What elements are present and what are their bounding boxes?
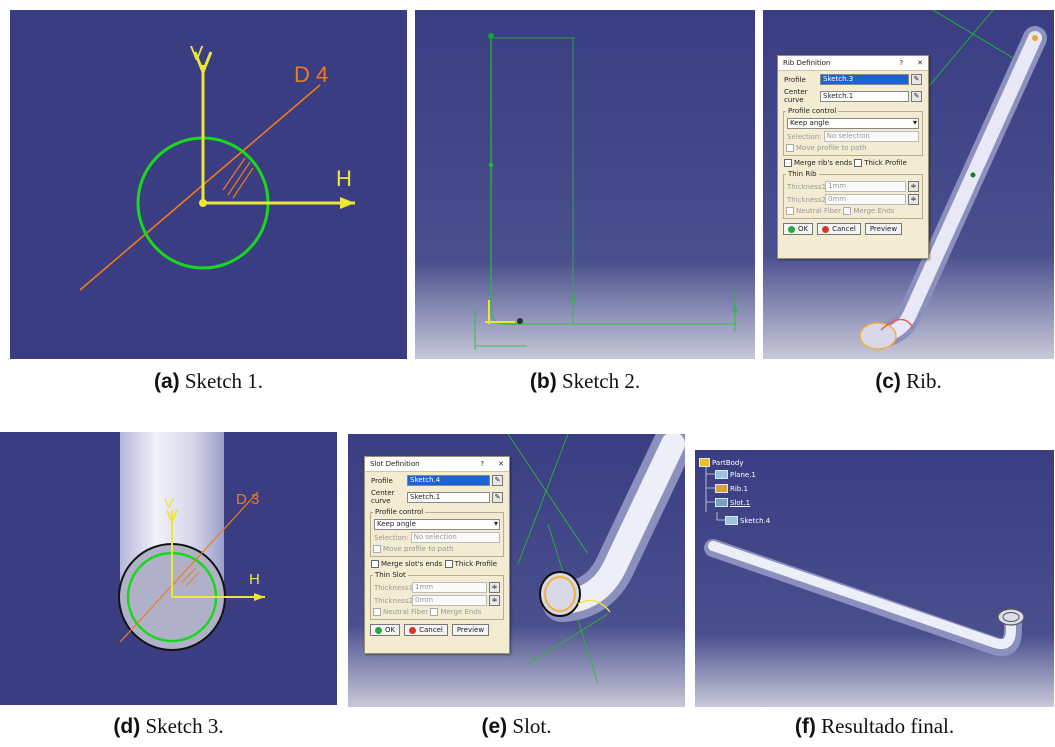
origin-point <box>517 318 523 324</box>
ok-icon <box>788 225 795 233</box>
caption-b: (b) Sketch 2. <box>529 369 641 393</box>
selection-label: Selection: <box>374 533 409 542</box>
dimension-label: D 4 <box>294 62 328 87</box>
neutral-fiber-checkbox[interactable] <box>786 207 794 215</box>
thickness1-field[interactable]: 1mm <box>825 181 906 192</box>
specification-tree: PartBody Plane.1 Rib.1 Slot.1 Sketch.4 <box>695 450 815 530</box>
thickness2-field[interactable]: 0mm <box>412 595 487 606</box>
sketch-icon <box>725 516 738 525</box>
merge-ends2-checkbox[interactable] <box>430 608 439 616</box>
ok-button[interactable]: OK <box>783 223 814 235</box>
dimension-label: D 3 <box>236 491 259 508</box>
profile-field[interactable]: Sketch.4 <box>407 475 490 486</box>
dialog-title: Rib Definition <box>783 59 831 67</box>
sketch-3-viewport: V H D 3 <box>0 432 337 705</box>
close-button[interactable]: ✕ <box>498 460 504 468</box>
plane-icon <box>715 470 728 479</box>
dialog-title: Slot Definition <box>370 460 420 468</box>
panel-rib: Rib Definition ? ✕ Profile Sketch.3 ✎ Cente… <box>763 10 1054 359</box>
curve-marker <box>970 172 976 178</box>
cancel-button[interactable]: Cancel <box>817 223 861 235</box>
thin-rib-group: Thin Rib Thickness1: 1mm ≑ Thickness2: 0mm ≑… <box>783 170 923 219</box>
selection-label: Selection: <box>787 132 822 141</box>
thickness1-stepper-icon[interactable]: ≑ <box>908 181 919 192</box>
axis-v-label: V <box>190 43 204 65</box>
ok-button[interactable]: OK <box>370 624 401 636</box>
profile-label: Profile <box>371 476 393 485</box>
profile-control-group: Profile control Keep angle Selection:No … <box>370 508 504 557</box>
tree-item-plane[interactable]: Plane.1 <box>715 470 756 479</box>
preview-button[interactable]: Preview <box>451 624 490 636</box>
final-tube-opening <box>997 608 1025 626</box>
panel-sketch-1: V H D 4 <box>10 10 407 359</box>
thickness2-field[interactable]: 0mm <box>825 194 906 205</box>
slot-definition-dialog: Slot Definition ? ✕ Profile Sketch.4 ✎ Cent… <box>364 456 510 654</box>
cancel-icon <box>409 626 417 634</box>
center-curve-field[interactable]: Sketch.1 <box>407 491 490 503</box>
thick-profile-checkbox[interactable] <box>444 560 453 568</box>
profile-mode-select[interactable]: Keep angle <box>374 519 500 530</box>
panel-sketch-2 <box>415 10 755 359</box>
tree-root-partbody[interactable]: PartBody <box>699 458 744 467</box>
caption-a: (a) Sketch 1. <box>153 369 264 393</box>
thickness1-stepper-icon[interactable]: ≑ <box>489 582 500 593</box>
selection-field[interactable]: No selection <box>823 131 919 142</box>
center-curve-sketch-icon[interactable]: ✎ <box>492 491 503 503</box>
center-curve-sketch-icon[interactable]: ✎ <box>911 90 922 102</box>
profile-sketch-icon[interactable]: ✎ <box>911 74 922 85</box>
move-profile-checkbox[interactable] <box>786 144 794 152</box>
profile-sketch-icon[interactable]: ✎ <box>492 475 503 486</box>
thickness2-stepper-icon[interactable]: ≑ <box>908 194 919 205</box>
partbody-icon <box>699 458 710 467</box>
dialog-titlebar: Slot Definition ? ✕ <box>365 457 509 472</box>
caption-e: (e) Slot. <box>481 714 552 738</box>
neutral-fiber-checkbox[interactable] <box>373 608 381 616</box>
caption-c: (c) Rib. <box>875 369 942 393</box>
rib-profile-end <box>859 322 897 350</box>
merge-ends2-checkbox[interactable] <box>843 207 852 215</box>
tube-top-point <box>1032 35 1038 41</box>
tree-item-rib[interactable]: Rib.1 <box>715 484 748 493</box>
sketch-2-viewport <box>415 10 755 359</box>
dialog-titlebar: Rib Definition ? ✕ <box>778 56 928 71</box>
thickness1-field[interactable]: 1mm <box>412 582 487 593</box>
panel-final-result: PartBody Plane.1 Rib.1 Slot.1 Sketch.4 <box>695 450 1054 707</box>
cancel-button[interactable]: Cancel <box>404 624 448 636</box>
profile-control-group: Profile control Keep angle Selection:No … <box>783 107 923 156</box>
preview-button[interactable]: Preview <box>864 223 903 235</box>
tree-item-slot[interactable]: Slot.1 <box>715 498 750 507</box>
move-profile-checkbox[interactable] <box>373 545 381 553</box>
panel-slot: Slot Definition ? ✕ Profile Sketch.4 ✎ Cent… <box>348 434 685 707</box>
center-curve-field[interactable]: Sketch.1 <box>820 90 909 102</box>
viewport-background <box>415 10 755 359</box>
selection-field[interactable]: No selection <box>410 532 500 543</box>
thick-profile-checkbox[interactable] <box>854 159 863 167</box>
center-curve-label: Center curve <box>784 88 808 104</box>
profile-label: Profile <box>784 75 806 84</box>
rib-icon <box>715 484 728 493</box>
axis-v-label: V <box>164 495 174 512</box>
axis-h-label: H <box>249 571 260 588</box>
cancel-icon <box>822 225 830 233</box>
center-curve-label: Center curve <box>371 489 395 505</box>
caption-d: (d) Sketch 3. <box>113 714 224 738</box>
axis-h-label: H <box>336 166 352 191</box>
merge-ends-checkbox[interactable] <box>784 159 792 167</box>
rib-definition-dialog: Rib Definition ? ✕ Profile Sketch.3 ✎ Cente… <box>777 55 929 259</box>
close-button[interactable]: ✕ <box>917 59 923 67</box>
sketch-1-viewport: V H D 4 <box>10 10 407 359</box>
ok-icon <box>375 626 382 634</box>
panel-sketch-3: V H D 3 <box>0 432 337 705</box>
thickness2-stepper-icon[interactable]: ≑ <box>489 595 500 606</box>
profile-mode-select[interactable]: Keep angle <box>787 118 919 129</box>
caption-f: (f) Resultado final. <box>794 714 955 738</box>
origin-point <box>199 199 207 207</box>
help-button[interactable]: ? <box>480 460 484 468</box>
help-button[interactable]: ? <box>899 59 903 67</box>
tree-item-sketch[interactable]: Sketch.4 <box>725 516 770 525</box>
profile-field[interactable]: Sketch.3 <box>820 74 909 85</box>
thin-slot-group: Thin Slot Thickness1: 1mm ≑ Thickness2: 0mm… <box>370 571 504 620</box>
slot-icon <box>715 498 728 507</box>
merge-ends-checkbox[interactable] <box>371 560 379 568</box>
